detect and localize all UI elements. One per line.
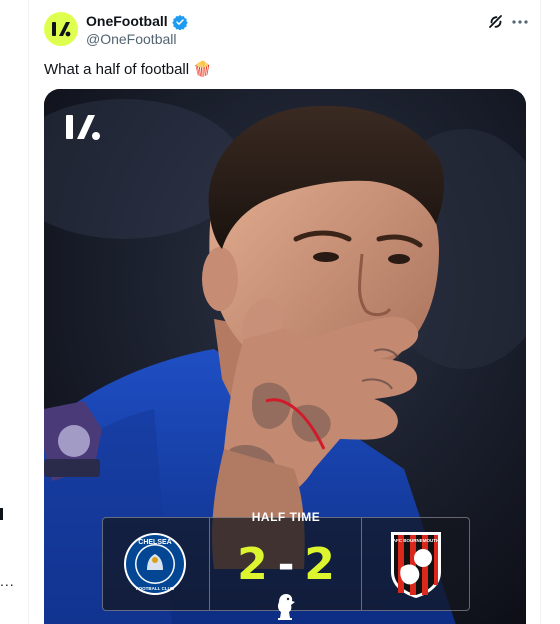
more-icon xyxy=(512,20,528,24)
popcorn-emoji: 🍿 xyxy=(193,61,212,78)
match-status: HALF TIME xyxy=(251,510,321,524)
author-name-text: OneFootball xyxy=(86,13,168,29)
left-sidebar: ... xyxy=(0,0,28,624)
score-display: 2 - 2 xyxy=(211,530,361,600)
column-divider-right xyxy=(540,0,541,624)
tweet-media-image[interactable]: HALF TIME CHELSEA FOOTBALL CLUB 2 - 2 AF… xyxy=(44,89,526,624)
author-avatar[interactable] xyxy=(44,12,78,46)
author-name[interactable]: OneFootball xyxy=(86,13,188,30)
tweet-text: What a half of football 🍿 xyxy=(44,60,212,80)
more-options-button[interactable] xyxy=(510,12,530,32)
bournemouth-crest-icon: AFC BOURNEMOUTH xyxy=(391,532,441,598)
grok-button[interactable] xyxy=(486,12,506,32)
onefootball-logo-icon xyxy=(52,22,71,37)
svg-text:CHELSEA: CHELSEA xyxy=(138,539,171,546)
sidebar-fragment xyxy=(0,508,3,520)
tweet-text-content: What a half of football xyxy=(44,61,190,78)
svg-text:FOOTBALL CLUB: FOOTBALL CLUB xyxy=(136,586,175,591)
tweet-screen: ... OneFootball @OneFootball What a half… xyxy=(0,0,560,624)
score-separator: - xyxy=(277,542,295,588)
home-score: 2 xyxy=(237,539,268,590)
verified-badge-icon xyxy=(171,14,188,30)
premier-league-icon xyxy=(277,594,295,620)
sidebar-more-button[interactable]: ... xyxy=(0,574,15,588)
grok-icon xyxy=(489,15,502,28)
svg-text:AFC BOURNEMOUTH: AFC BOURNEMOUTH xyxy=(393,538,440,543)
chelsea-crest-icon: CHELSEA FOOTBALL CLUB xyxy=(124,533,186,595)
away-score: 2 xyxy=(304,539,335,590)
scoreboard-divider xyxy=(361,518,362,610)
scoreboard-divider xyxy=(209,518,210,610)
onefootball-brand-icon xyxy=(66,115,100,140)
column-divider-left xyxy=(28,0,29,624)
author-handle[interactable]: @OneFootball xyxy=(86,31,176,48)
